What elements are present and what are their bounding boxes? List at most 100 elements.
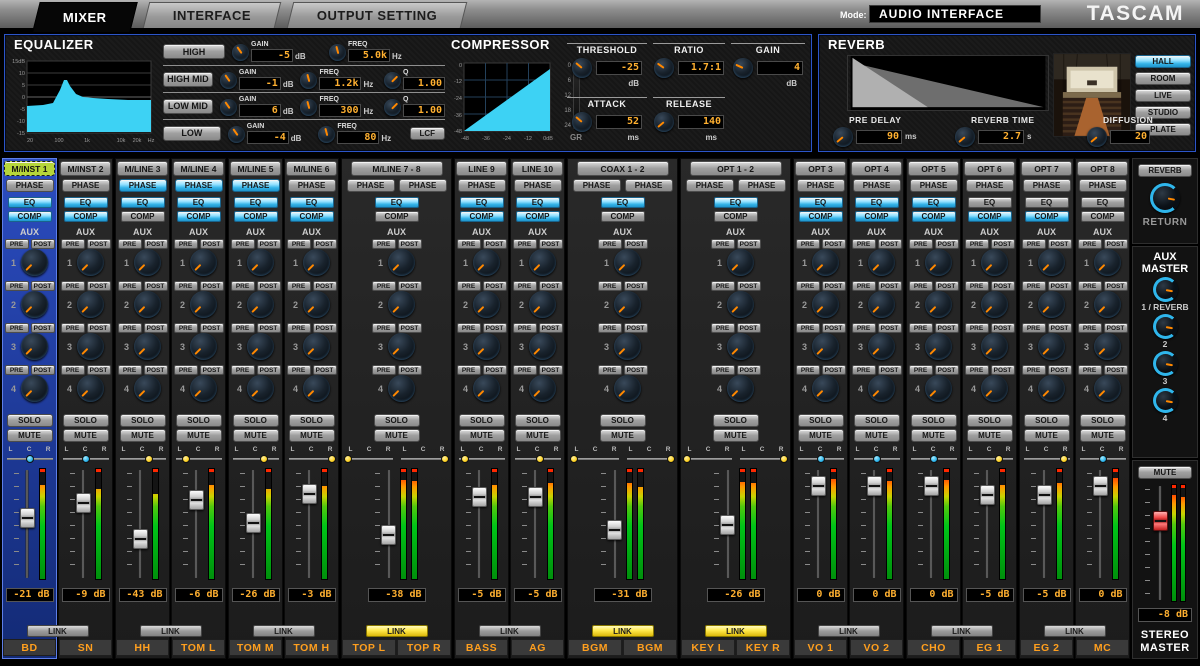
pre-button[interactable]: PRE (118, 365, 142, 375)
aux-send-knob[interactable] (529, 291, 556, 318)
pre-button[interactable]: PRE (457, 281, 481, 291)
fader-cap[interactable] (20, 508, 35, 528)
phase-button[interactable]: PHASE (910, 179, 958, 192)
pan-slider[interactable] (515, 454, 561, 464)
pre-button[interactable]: PRE (909, 281, 933, 291)
phase-button[interactable]: PHASE (625, 179, 673, 192)
aux-send-knob[interactable] (925, 291, 952, 318)
aux-send-knob[interactable] (727, 333, 754, 360)
solo-button[interactable]: SOLO (289, 414, 335, 427)
eq-button[interactable]: EQ (714, 197, 758, 208)
fader-track[interactable] (980, 468, 995, 580)
aux-send-knob[interactable] (473, 375, 500, 402)
link-button[interactable]: LINK (705, 625, 767, 637)
fader-track[interactable] (302, 468, 317, 580)
aux-master-knob[interactable] (1153, 277, 1178, 302)
aux-send-knob[interactable] (190, 249, 217, 276)
aux-send-knob[interactable] (303, 333, 330, 360)
comp-button[interactable]: COMP (516, 211, 560, 222)
pre-button[interactable]: PRE (598, 281, 622, 291)
fader[interactable] (183, 468, 204, 580)
pan-knob[interactable] (570, 455, 578, 463)
comp-button[interactable]: COMP (64, 211, 108, 222)
eq-freq-knob[interactable] (329, 44, 346, 61)
eq-button[interactable]: EQ (1081, 197, 1125, 208)
aux-send-knob[interactable] (614, 333, 641, 360)
pan-slider[interactable] (176, 454, 222, 464)
solo-button[interactable]: SOLO (713, 414, 759, 427)
aux-send-knob[interactable] (812, 249, 839, 276)
fader-cap[interactable] (246, 513, 261, 533)
master-fader-cap[interactable] (1153, 511, 1168, 531)
fader-track[interactable] (924, 468, 939, 580)
pre-button[interactable]: PRE (909, 239, 933, 249)
aux-send-knob[interactable] (190, 291, 217, 318)
fader[interactable] (375, 468, 396, 580)
fader-cap[interactable] (381, 525, 396, 545)
mute-button[interactable]: MUTE (1080, 429, 1126, 442)
aux-send-knob[interactable] (868, 333, 895, 360)
fader[interactable] (918, 468, 939, 580)
mute-button[interactable]: MUTE (233, 429, 279, 442)
phase-button[interactable]: PHASE (514, 179, 562, 192)
tab-output-setting[interactable]: OUTPUT SETTING (287, 2, 468, 28)
pan-knob[interactable] (817, 455, 825, 463)
pan-slider[interactable] (459, 454, 505, 464)
pre-button[interactable]: PRE (372, 281, 396, 291)
pre-button[interactable]: PRE (1022, 323, 1046, 333)
mute-button[interactable]: MUTE (967, 429, 1013, 442)
pre-button[interactable]: PRE (372, 323, 396, 333)
pre-button[interactable]: PRE (796, 281, 820, 291)
eq-button[interactable]: EQ (855, 197, 899, 208)
channel-select-button[interactable]: M/INST 2 (60, 161, 111, 176)
pre-button[interactable]: PRE (598, 239, 622, 249)
pan-slider[interactable] (1024, 454, 1070, 464)
fader[interactable] (296, 468, 317, 580)
eq-button[interactable]: EQ (375, 197, 419, 208)
aux-send-knob[interactable] (868, 375, 895, 402)
mode-selector[interactable]: AUDIO INTERFACE (869, 5, 1041, 23)
solo-button[interactable]: SOLO (176, 414, 222, 427)
pre-button[interactable]: PRE (5, 281, 29, 291)
pan-slider[interactable] (740, 454, 786, 464)
eq-button[interactable]: EQ (64, 197, 108, 208)
reverb-type-room[interactable]: ROOM (1135, 72, 1191, 85)
mute-button[interactable]: MUTE (7, 429, 53, 442)
link-button[interactable]: LINK (479, 625, 541, 637)
eq-button[interactable]: EQ (799, 197, 843, 208)
pre-button[interactable]: PRE (711, 239, 735, 249)
solo-button[interactable]: SOLO (854, 414, 900, 427)
pre-button[interactable]: PRE (711, 365, 735, 375)
eq-freq-knob[interactable] (318, 126, 335, 143)
fader-track[interactable] (1037, 468, 1052, 580)
pre-button[interactable]: PRE (457, 365, 481, 375)
solo-button[interactable]: SOLO (63, 414, 109, 427)
eq-button[interactable]: EQ (121, 197, 165, 208)
pre-button[interactable]: PRE (118, 323, 142, 333)
master-fader[interactable] (1153, 484, 1168, 602)
pre-button[interactable]: PRE (61, 239, 85, 249)
pan-knob[interactable] (461, 455, 469, 463)
pre-button[interactable]: PRE (796, 323, 820, 333)
phase-button[interactable]: PHASE (62, 179, 110, 192)
pan-knob[interactable] (683, 455, 691, 463)
aux-send-knob[interactable] (190, 333, 217, 360)
pre-button[interactable]: PRE (118, 281, 142, 291)
pan-slider[interactable] (911, 454, 957, 464)
fader-track[interactable] (76, 468, 91, 580)
pre-button[interactable]: PRE (174, 323, 198, 333)
fader-track[interactable] (720, 468, 735, 580)
pan-knob[interactable] (1099, 455, 1107, 463)
fader[interactable] (127, 468, 148, 580)
link-button[interactable]: LINK (253, 625, 315, 637)
compressor-knob[interactable] (572, 58, 592, 78)
pan-knob[interactable] (780, 455, 788, 463)
pre-button[interactable]: PRE (231, 323, 255, 333)
fader[interactable] (1031, 468, 1052, 580)
phase-button[interactable]: PHASE (458, 179, 506, 192)
pre-button[interactable]: PRE (852, 239, 876, 249)
aux-send-knob[interactable] (303, 375, 330, 402)
pre-button[interactable]: PRE (118, 239, 142, 249)
aux-send-knob[interactable] (247, 333, 274, 360)
aux-send-knob[interactable] (247, 375, 274, 402)
